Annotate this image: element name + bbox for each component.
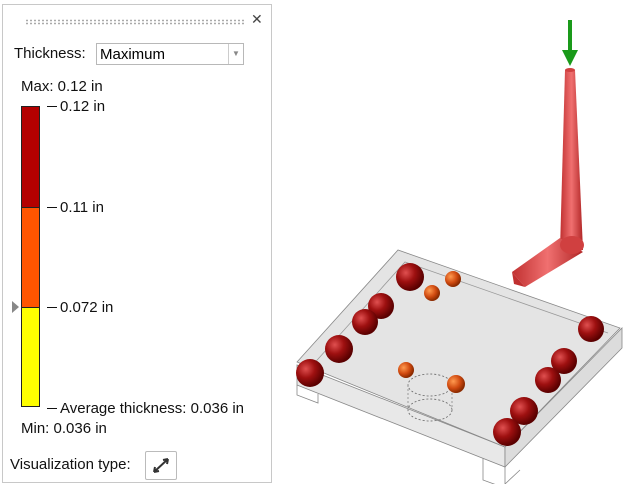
load-arrow-icon — [562, 20, 578, 66]
gate-nozzle — [512, 68, 584, 287]
model-viewport[interactable] — [0, 0, 626, 484]
